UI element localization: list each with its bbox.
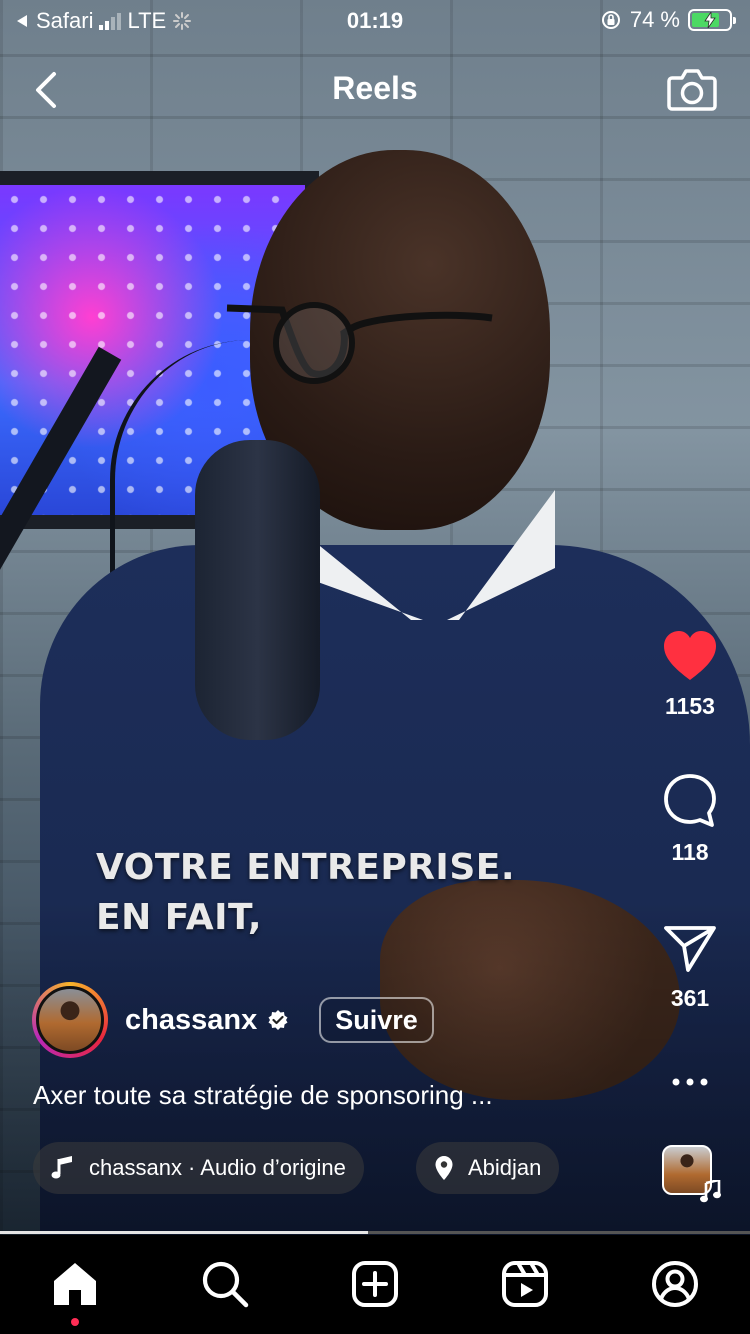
like-action[interactable]: 1153 (630, 630, 750, 720)
author-avatar[interactable] (32, 982, 108, 1058)
bottom-tab-bar (0, 1235, 750, 1334)
overlay-line-2: EN FAIT, (96, 897, 263, 938)
audio-label: chassanx · Audio d’origine (89, 1155, 346, 1180)
orientation-lock-icon (601, 11, 620, 29)
music-note-icon (51, 1156, 72, 1179)
profile-icon[interactable] (650, 1259, 700, 1309)
video-progress-bar[interactable] (0, 1231, 750, 1234)
comment-action[interactable]: 118 (630, 772, 750, 866)
reels-icon[interactable] (500, 1259, 550, 1309)
active-tab-indicator (71, 1318, 79, 1326)
overlay-line-1: VOTRE ENTREPRISE. (96, 847, 516, 888)
follow-button[interactable]: Suivre (319, 997, 434, 1043)
location-label: Abidjan (468, 1155, 542, 1180)
search-icon[interactable] (200, 1259, 250, 1309)
status-right: 74 % (600, 7, 736, 33)
heart-icon[interactable] (662, 630, 718, 682)
share-count: 361 (670, 985, 710, 1011)
status-bar: Safari LTE 01:19 74 % (0, 0, 750, 42)
reel-caption[interactable]: Axer toute sa stratégie de sponsoring ..… (33, 1080, 493, 1111)
battery-percent: 74 % (629, 7, 680, 32)
battery-icon (688, 9, 736, 31)
more-dots-icon[interactable] (670, 1070, 710, 1094)
audio-note-icon (700, 1180, 721, 1203)
reels-screen: VOTRE ENTREPRISE. EN FAIT, Safari LTE 01… (0, 0, 750, 1334)
video-caption-overlay: VOTRE ENTREPRISE. EN FAIT, (96, 843, 515, 943)
avatar (36, 986, 104, 1054)
create-icon[interactable] (350, 1259, 400, 1309)
verified-badge-icon (268, 1010, 288, 1030)
location-pin-icon (435, 1156, 453, 1180)
page-title: Reels (332, 70, 418, 106)
author-username[interactable]: chassanx (125, 1004, 257, 1037)
camera-icon[interactable] (666, 64, 718, 114)
author-row: chassanx Suivre (32, 982, 434, 1058)
glasses (226, 302, 493, 384)
charging-bolt-icon (704, 12, 716, 28)
send-icon[interactable] (662, 922, 718, 974)
like-count: 1153 (665, 693, 715, 719)
share-action[interactable]: 361 (630, 922, 750, 1012)
comment-icon[interactable] (662, 772, 718, 828)
more-options[interactable] (630, 1070, 750, 1099)
reels-header: Reels (0, 60, 750, 120)
home-icon[interactable] (50, 1259, 100, 1309)
location-chip[interactable]: Abidjan (416, 1142, 560, 1194)
audio-chip[interactable]: chassanx · Audio d’origine (33, 1142, 364, 1194)
comment-count: 118 (671, 839, 709, 865)
microphone (195, 440, 320, 740)
